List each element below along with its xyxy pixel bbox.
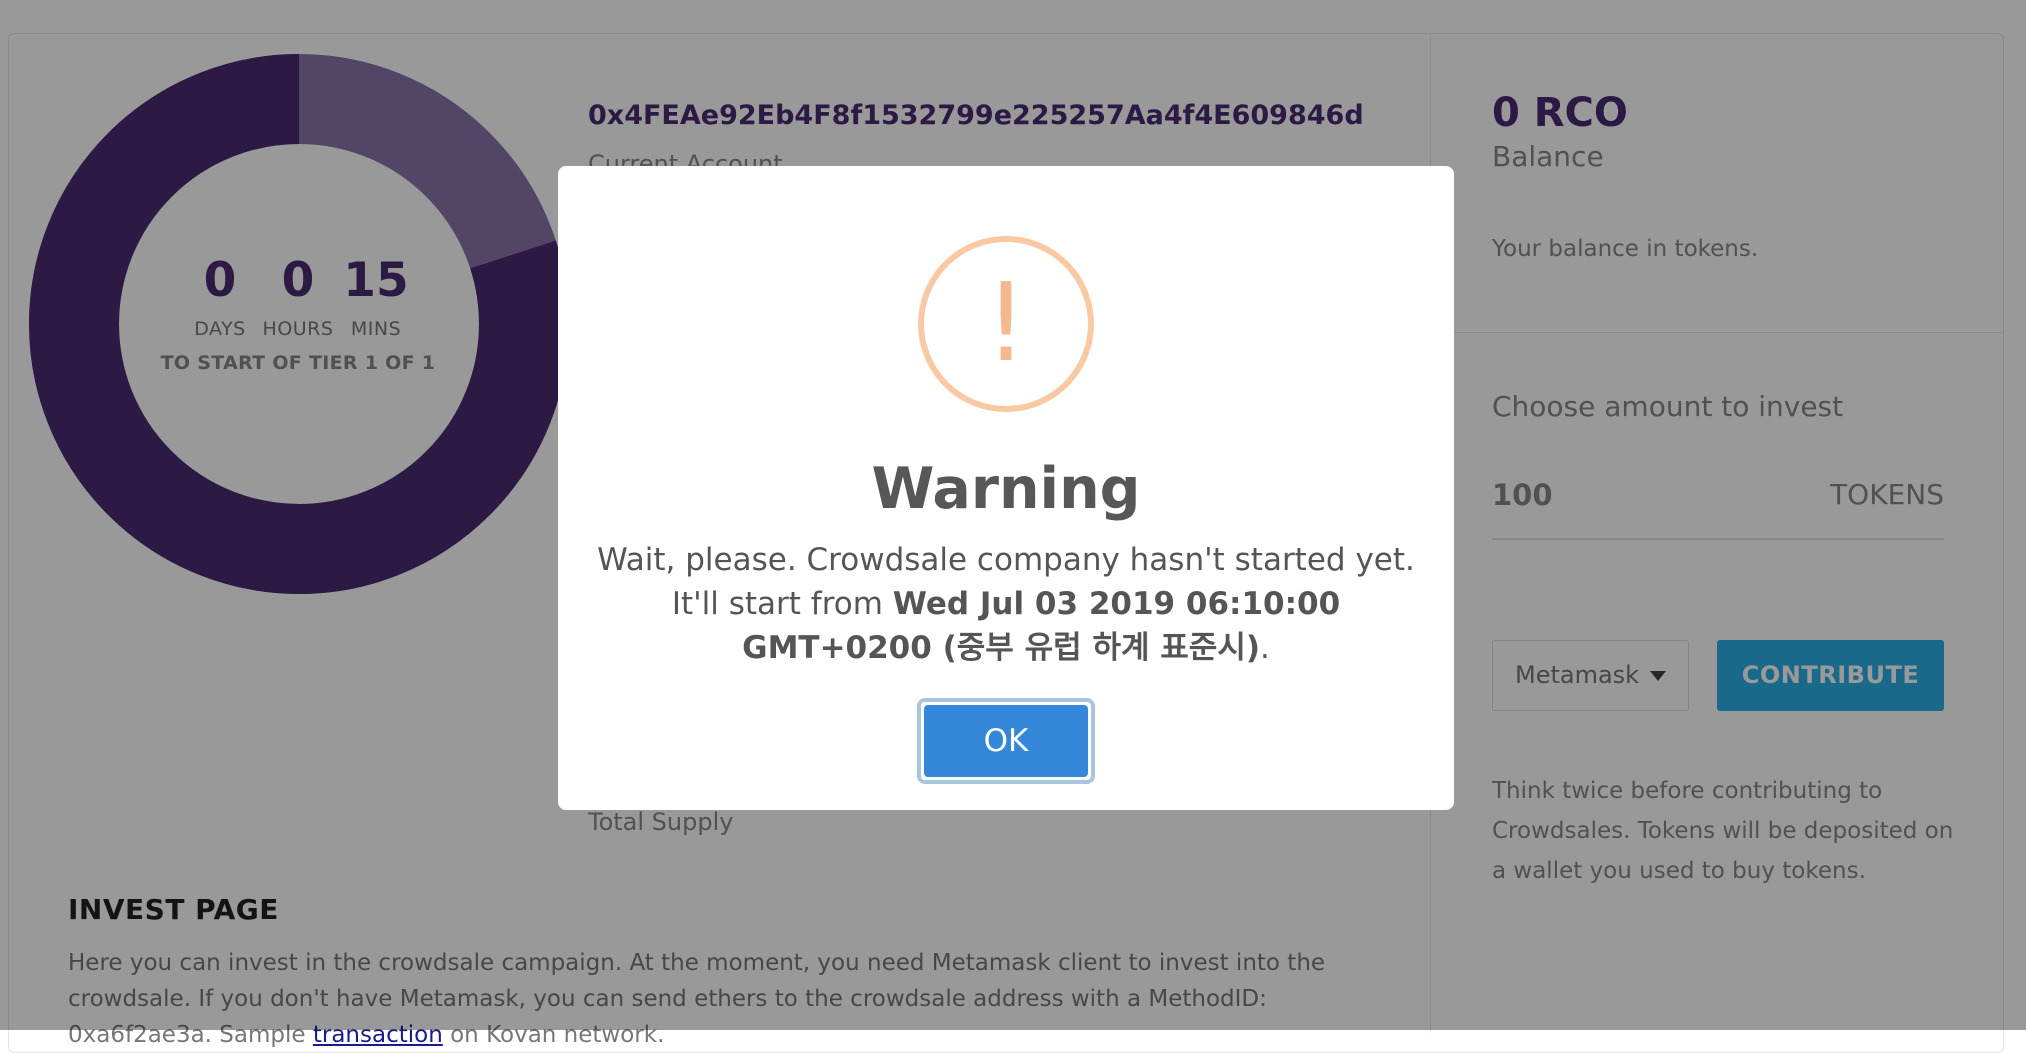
exclamation-icon: ! <box>918 236 1094 412</box>
modal-title: Warning <box>871 456 1141 522</box>
ok-button[interactable]: OK <box>924 705 1088 777</box>
warning-modal: ! Warning Wait, please. Crowdsale compan… <box>558 166 1454 810</box>
ok-button-focus-ring: OK <box>917 698 1095 784</box>
modal-message: Wait, please. Crowdsale company hasn't s… <box>594 538 1418 670</box>
modal-text-part2: . <box>1260 630 1270 666</box>
exclamation-glyph: ! <box>984 261 1028 386</box>
